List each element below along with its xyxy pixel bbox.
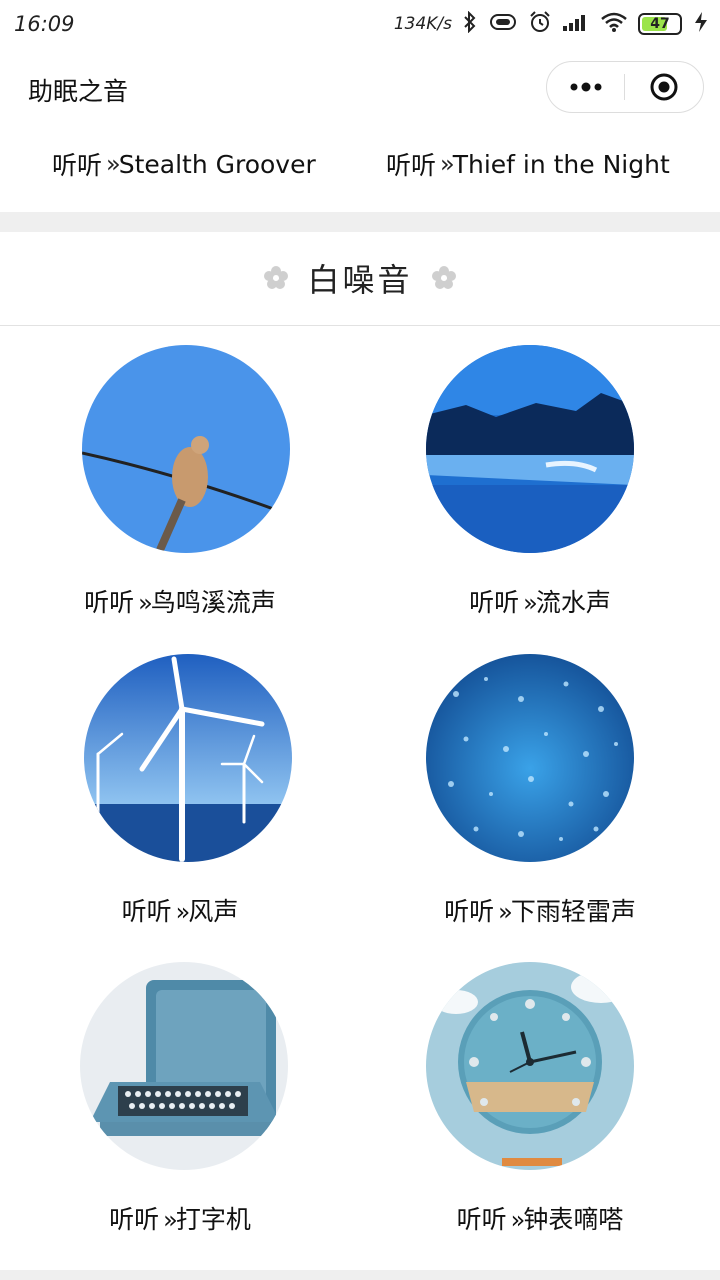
label-title: 打字机 [175,1205,251,1234]
double-chevron-icon: » [523,589,537,617]
link-thief-in-the-night[interactable]: 听听 » Thief in the Night [386,146,670,182]
raindrops-image[interactable] [426,654,634,862]
section-header: 白噪音 [0,232,720,324]
double-chevron-icon: » [498,898,512,926]
status-icons: 134K/s 47 [394,10,710,38]
link-prefix: 听听 [386,151,437,180]
item-label: 听听» 打字机 [0,1200,360,1236]
item-label: 听听» 风声 [0,892,360,928]
label-prefix: 听听 [469,588,520,617]
double-chevron-icon: » [440,150,454,178]
wifi-icon [600,11,628,37]
label-prefix: 听听 [456,1205,507,1234]
label-prefix: 听听 [121,897,172,926]
label-prefix: 听听 [109,1205,160,1234]
battery-level: 47 [650,16,670,32]
label-title: 风声 [188,897,239,926]
bluetooth-icon [462,10,478,37]
wall-clock-image[interactable] [426,962,634,1170]
label-title: 鸟鸣溪流声 [150,588,276,617]
typewriter-image[interactable] [80,962,288,1170]
status-time: 16:09 [14,12,75,36]
mini-program-capsule [546,61,704,113]
double-chevron-icon: » [510,1206,525,1234]
status-bar: 16:09 134K/s 47 [0,0,720,48]
sound-item-rain-thunder[interactable]: 听听» 下雨轻雷声 [360,654,720,954]
top-links-row: 听听 » Stealth Groover 听听 » Thief in the N… [0,128,720,212]
more-dots-icon [570,82,601,92]
double-chevron-icon: » [106,150,120,178]
link-title: Thief in the Night [452,149,670,179]
label-prefix: 听听 [84,588,135,617]
target-close-icon [650,73,677,101]
sound-item-clock-ticking[interactable]: 听听» 钟表嘀嗒 [360,962,720,1262]
bottom-separator [0,1270,720,1280]
bird-on-wire-image[interactable] [82,345,290,553]
charging-icon [692,11,710,37]
sound-item-bird-stream[interactable]: 听听» 鸟鸣溪流声 [0,345,360,645]
label-title: 下雨轻雷声 [510,897,636,926]
wind-turbines-image[interactable] [84,654,292,862]
flower-icon [264,266,289,289]
blue-painting-image[interactable] [426,345,634,553]
signal-icon [562,12,590,36]
header-divider [0,325,720,326]
more-button[interactable] [547,62,624,112]
double-chevron-icon: » [138,589,152,617]
double-chevron-icon: » [163,1206,177,1234]
sound-item-flowing-water[interactable]: 听听» 流水声 [360,345,720,645]
label-title: 钟表嘀嗒 [523,1205,624,1234]
vibrate-icon [488,12,518,36]
section-title: 白噪音 [307,261,413,299]
link-stealth-groover[interactable]: 听听 » Stealth Groover [52,146,316,182]
page-title: 助眠之音 [28,77,129,106]
double-chevron-icon: » [175,898,190,926]
section-separator [0,212,720,232]
link-title: Stealth Groover [118,149,316,179]
sound-item-typewriter[interactable]: 听听» 打字机 [0,962,360,1262]
item-label: 听听» 鸟鸣溪流声 [0,583,360,619]
battery-indicator: 47 [638,13,682,35]
label-title: 流水声 [535,588,611,617]
alarm-icon [528,10,552,38]
item-label: 听听» 钟表嘀嗒 [360,1200,720,1236]
network-speed: 134K/s [393,14,452,34]
item-label: 听听» 流水声 [360,583,720,619]
flower-icon [431,266,456,289]
nav-bar: 助眠之音 [0,48,720,128]
link-prefix: 听听 [52,151,103,180]
item-label: 听听» 下雨轻雷声 [360,892,720,928]
label-prefix: 听听 [444,897,495,926]
sound-item-wind[interactable]: 听听» 风声 [0,654,360,954]
close-button[interactable] [625,62,702,112]
